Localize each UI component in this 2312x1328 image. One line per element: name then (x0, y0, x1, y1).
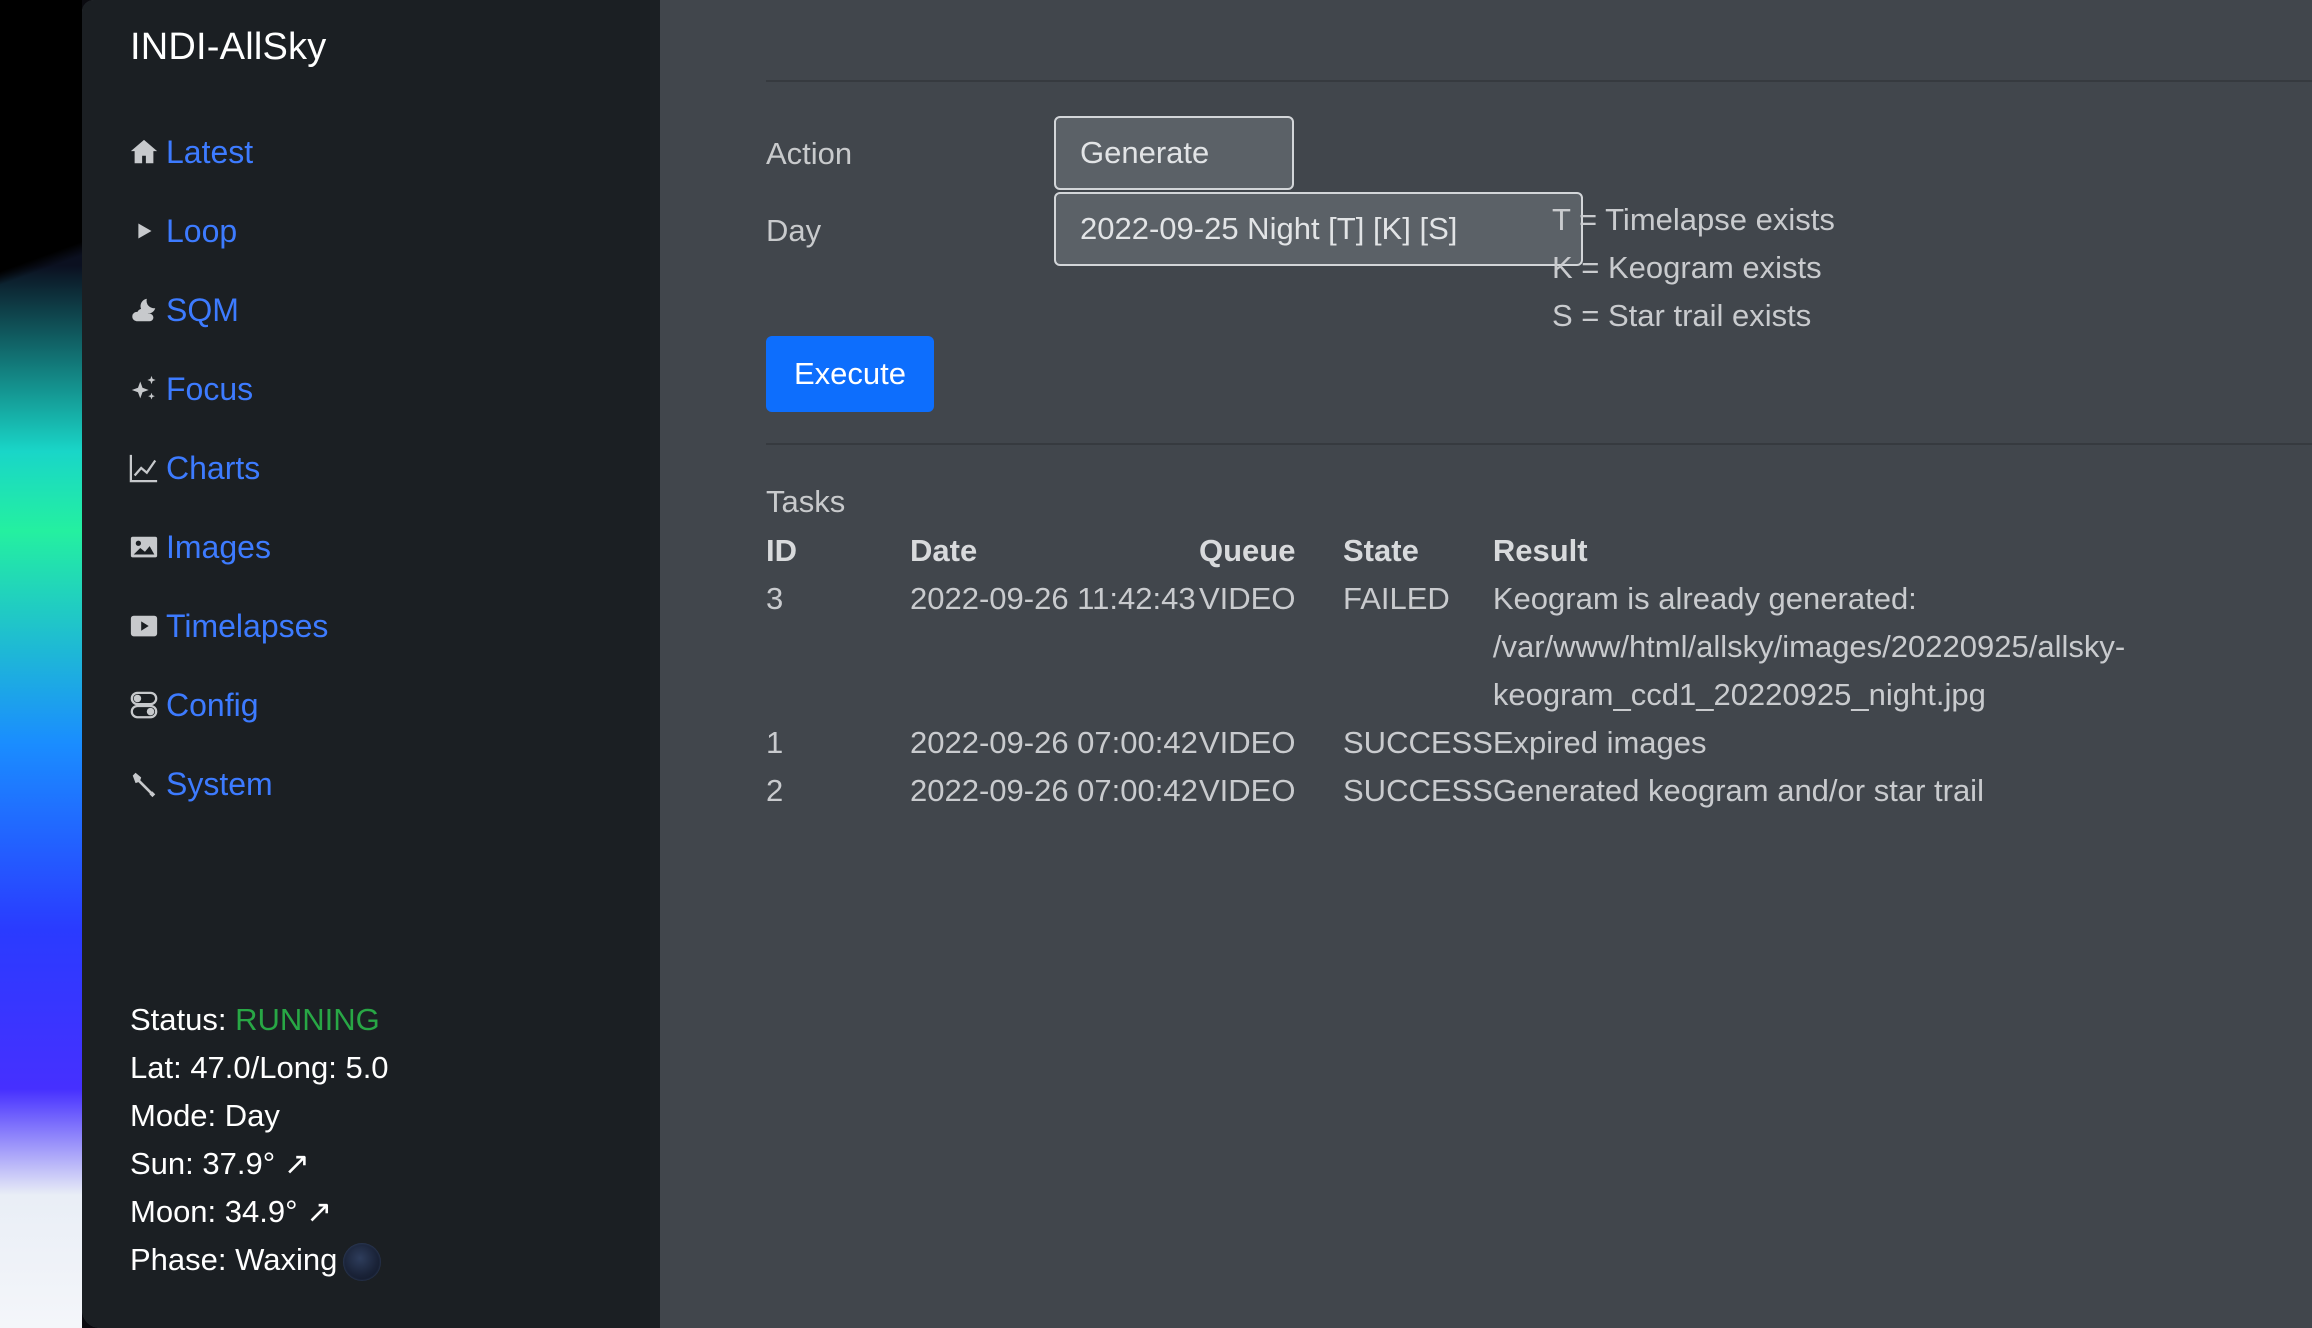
sparkles-icon (128, 373, 160, 405)
cell-state: SUCCESS (1343, 725, 1493, 760)
sidebar-item-label: Config (166, 686, 259, 723)
cell-result: Generated keogram and/or star trail (1492, 773, 1984, 808)
cell-queue: VIDEO (1199, 581, 1296, 616)
header-id: ID (766, 533, 797, 568)
tasks-table: ID Date Queue State Result 3 2022-09-26 … (766, 527, 2193, 815)
sidebar-item-label: Latest (166, 133, 254, 170)
sidebar-item-system[interactable]: System (128, 756, 273, 812)
graph-icon (128, 452, 160, 484)
main-content: Action Generate Day 2022-09-25 Night [T]… (660, 0, 2312, 1328)
sidebar-item-focus[interactable]: Focus (128, 361, 253, 417)
cell-date: 2022-09-26 07:00:42 (910, 725, 1198, 760)
table-row: 1 2022-09-26 07:00:42 VIDEO SUCCESS Expi… (766, 719, 2193, 767)
cell-date: 2022-09-26 07:00:42 (910, 773, 1198, 808)
sidebar-item-label: Charts (166, 449, 261, 486)
header-queue: Queue (1199, 533, 1296, 568)
cell-id: 1 (766, 725, 784, 760)
status-running-value: RUNNING (235, 1002, 380, 1037)
sidebar-item-config[interactable]: Config (128, 677, 259, 733)
app-title[interactable]: INDI-AllSky (130, 26, 326, 69)
sidebar: INDI-AllSky Latest Loop SQM Focus Charts… (82, 0, 660, 1328)
legend-keogram: K = Keogram exists (1552, 250, 1822, 285)
header-state: State (1343, 533, 1419, 568)
moon-phase-icon (343, 1242, 382, 1281)
flag-legend: T = Timelapse exists K = Keogram exists … (1552, 196, 1835, 340)
sidebar-item-label: Loop (166, 212, 238, 249)
sidebar-item-timelapses[interactable]: Timelapses (128, 598, 328, 654)
table-row: 3 2022-09-26 11:42:43 VIDEO FAILED Keogr… (766, 575, 2193, 719)
house-icon (128, 136, 160, 168)
cell-date: 2022-09-26 11:42:43 (910, 581, 1196, 616)
sidebar-item-label: System (166, 765, 273, 802)
sidebar-item-latest[interactable]: Latest (128, 124, 253, 180)
sidebar-item-label: Timelapses (166, 607, 329, 644)
latlong-line: Lat: 47.0/Long: 5.0 (130, 1050, 389, 1085)
status-panel: Status: RUNNING Lat: 47.0/Long: 5.0 Mode… (130, 996, 389, 1284)
toggles-icon (128, 689, 160, 721)
video-play-icon (128, 610, 160, 642)
play-icon (128, 215, 160, 247)
mode-line: Mode: Day (130, 1098, 280, 1133)
sidebar-item-label: Images (166, 528, 271, 565)
sidebar-item-charts[interactable]: Charts (128, 440, 260, 496)
cell-state: FAILED (1343, 581, 1450, 616)
cell-queue: VIDEO (1199, 773, 1296, 808)
table-header-row: ID Date Queue State Result (766, 527, 2193, 575)
sidebar-item-sqm[interactable]: SQM (128, 282, 239, 338)
moon-line: Moon: 34.9° ↗ (130, 1194, 333, 1229)
header-date: Date (910, 533, 978, 568)
cell-id: 2 (766, 773, 784, 808)
day-label: Day (766, 213, 822, 248)
sun-line: Sun: 37.9° ↗ (130, 1146, 310, 1181)
tasks-title: Tasks (766, 484, 846, 519)
desktop-wallpaper (0, 0, 82, 1328)
sidebar-item-images[interactable]: Images (128, 519, 271, 575)
action-label: Action (766, 136, 853, 171)
legend-star-trail: S = Star trail exists (1552, 298, 1812, 333)
status-line: Status: RUNNING (130, 1002, 380, 1037)
cell-result: Keogram is already generated: /var/www/h… (1492, 581, 2126, 712)
sidebar-item-label: Focus (166, 370, 254, 407)
browser-window: INDI-AllSky Latest Loop SQM Focus Charts… (82, 0, 2312, 1328)
divider (766, 80, 2312, 82)
wrench-icon (128, 768, 160, 800)
cell-id: 3 (766, 581, 784, 616)
phase-line: Phase: Waxing (130, 1236, 389, 1284)
sidebar-item-label: SQM (166, 291, 239, 328)
execute-button[interactable]: Execute (766, 336, 934, 412)
action-select[interactable]: Generate (1054, 116, 1294, 190)
image-icon (128, 531, 160, 563)
cell-state: SUCCESS (1343, 773, 1493, 808)
header-result: Result (1492, 533, 1588, 568)
legend-timelapse: T = Timelapse exists (1552, 202, 1835, 237)
sidebar-item-loop[interactable]: Loop (128, 203, 237, 259)
day-select[interactable]: 2022-09-25 Night [T] [K] [S] (1054, 192, 1583, 266)
cell-result: Expired images (1492, 725, 1707, 760)
cloud-moon-icon (128, 294, 160, 326)
table-row: 2 2022-09-26 07:00:42 VIDEO SUCCESS Gene… (766, 767, 2193, 815)
cell-queue: VIDEO (1199, 725, 1296, 760)
divider (766, 443, 2312, 445)
